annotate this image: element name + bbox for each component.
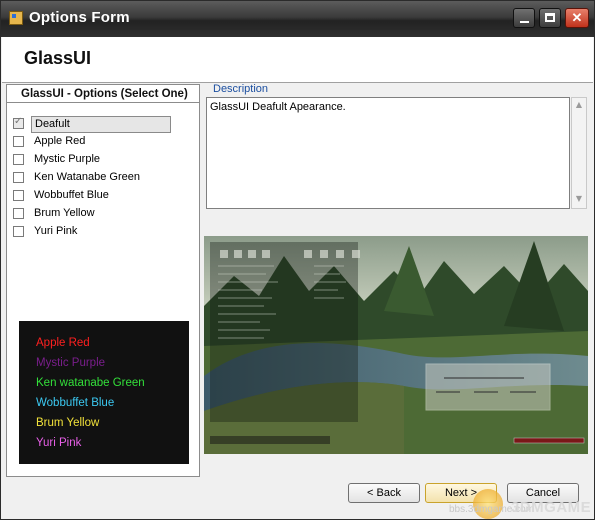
legend-item-mystic-purple: Mystic Purple [36,357,106,369]
header-panel: GlassUI [2,37,593,82]
options-form-window: Options Form ✕ GlassUI GlassUI - Options… [0,0,595,520]
legend-item-brum-yellow: Brum Yellow [36,417,100,429]
description-scrollbar[interactable]: ▲ ▼ [571,97,587,209]
color-legend: Apple Red Mystic Purple Ken watanabe Gre… [19,321,189,464]
option-yuri-pink[interactable]: Yuri Pink [13,224,179,242]
close-button[interactable]: ✕ [565,8,589,28]
option-default[interactable]: Deafult [13,116,179,134]
maximize-button[interactable] [539,8,561,28]
window-title: Options Form [29,9,130,26]
option-ken-watanabe-green[interactable]: Ken Watanabe Green [13,170,179,188]
option-brum-yellow[interactable]: Brum Yellow [13,206,179,224]
option-checkbox-apple-red[interactable] [13,136,24,147]
option-checkbox-wobbuffet-blue[interactable] [13,190,24,201]
option-label: Yuri Pink [34,225,78,237]
description-textbox[interactable]: GlassUI Deafult Apearance. [206,97,570,209]
option-checkbox-mystic-purple[interactable] [13,154,24,165]
option-label: Deafult [31,116,171,133]
legend-item-ken-watanabe-green: Ken watanabe Green [36,377,145,389]
option-wobbuffet-blue[interactable]: Wobbuffet Blue [13,188,179,206]
scroll-up-icon[interactable]: ▲ [575,100,583,109]
close-icon: ✕ [571,10,583,25]
minimize-button[interactable] [513,8,535,28]
option-label: Ken Watanabe Green [34,171,140,183]
option-checkbox-ken-watanabe-green[interactable] [13,172,24,183]
legend-item-wobbuffet-blue: Wobbuffet Blue [36,397,115,409]
option-checkbox-brum-yellow[interactable] [13,208,24,219]
options-divider [7,102,199,103]
app-icon [9,11,23,25]
description-label: Description [213,83,269,95]
scroll-down-icon[interactable]: ▼ [575,194,583,203]
preview-scene [204,236,588,454]
options-group: GlassUI - Options (Select One) Deafult A… [6,84,200,477]
legend-item-apple-red: Apple Red [36,337,90,349]
page-title: GlassUI [24,48,92,68]
legend-item-yuri-pink: Yuri Pink [36,437,82,449]
option-mystic-purple[interactable]: Mystic Purple [13,152,179,170]
preview-image [204,236,588,454]
option-checkbox-default[interactable] [13,116,24,129]
options-group-title: GlassUI - Options (Select One) [21,88,188,100]
option-label: Wobbuffet Blue [34,189,109,201]
option-checkbox-yuri-pink[interactable] [13,226,24,237]
header-divider [2,82,593,83]
description-text: GlassUI Deafult Apearance. [210,101,346,113]
watermark-brand: 3DMGAME [511,499,592,516]
title-bar[interactable]: Options Form ✕ [1,1,594,37]
maximize-icon [545,13,555,22]
option-apple-red[interactable]: Apple Red [13,134,179,152]
option-label: Brum Yellow [34,207,95,219]
minimize-icon [519,21,529,23]
option-label: Mystic Purple [34,153,101,165]
option-label: Apple Red [34,135,86,147]
back-button[interactable]: < Back [348,483,420,503]
